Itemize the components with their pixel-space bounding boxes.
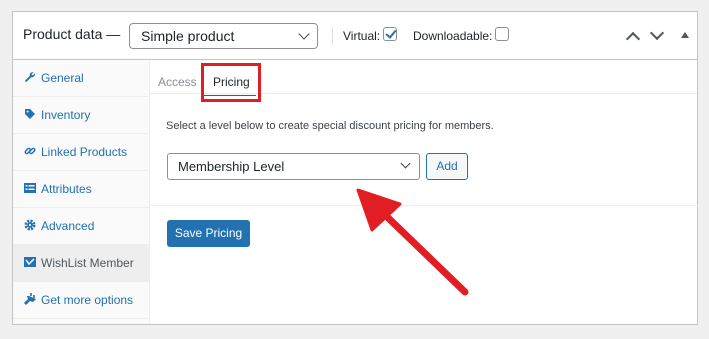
gear-icon <box>24 219 36 231</box>
move-down-button[interactable] <box>647 25 665 44</box>
chevron-up-icon <box>625 31 641 47</box>
collapse-triangle-icon <box>681 32 689 38</box>
sidebar-item-label: Inventory <box>41 108 91 122</box>
sidebar-item-label: Advanced <box>41 219 95 233</box>
sidebar-item-attributes[interactable]: Attributes <box>13 171 149 208</box>
virtual-label: Virtual: <box>343 29 381 43</box>
link-icon <box>24 147 36 155</box>
product-type-value: Simple product <box>141 28 235 44</box>
sidebar-item-linked-products[interactable]: Linked Products <box>13 134 149 171</box>
move-up-button[interactable] <box>623 26 641 47</box>
downloadable-label: Downloadable: <box>413 29 493 43</box>
sidebar-item-label: General <box>41 71 84 85</box>
sidebar-item-wishlist-member[interactable]: WishList Member <box>13 245 149 282</box>
sidebar-item-label: Attributes <box>41 182 92 196</box>
sidebar-item-label: WishList Member <box>41 256 134 270</box>
sidebar-item-label: Get more options <box>41 293 134 307</box>
save-pricing-button[interactable]: Save Pricing <box>167 220 250 247</box>
tab-access[interactable]: Access <box>158 75 197 89</box>
sidebar-item-general[interactable]: General <box>13 60 149 97</box>
sidebar-item-inventory[interactable]: Inventory <box>13 97 149 134</box>
downloadable-checkbox[interactable] <box>495 27 509 41</box>
section-divider <box>150 205 698 206</box>
header-divider <box>332 27 333 45</box>
sidebar-item-label: Linked Products <box>41 145 128 159</box>
membership-level-value: Membership Level <box>178 159 285 174</box>
list-icon <box>24 183 36 193</box>
tag-icon <box>25 109 35 119</box>
sidebar-item-get-more-options[interactable]: Get more options <box>13 282 149 319</box>
panel-header: Product data — Simple product Virtual: D… <box>13 12 697 60</box>
pricing-tab-highlight <box>201 63 261 102</box>
toggle-panel-button[interactable] <box>676 26 694 44</box>
wishlist-member-icon <box>24 257 36 267</box>
wrench-icon <box>25 72 35 82</box>
pricing-instructions: Select a level below to create special d… <box>166 120 494 132</box>
sidebar-item-advanced[interactable]: Advanced <box>13 208 149 245</box>
virtual-checkbox[interactable] <box>383 27 397 41</box>
chevron-down-icon <box>298 28 310 40</box>
chevron-down-icon <box>649 25 665 41</box>
add-button[interactable]: Add <box>426 153 468 180</box>
product-data-tabs: General Inventory Linked Products Attrib… <box>13 60 150 324</box>
chevron-down-icon <box>400 158 411 169</box>
membership-level-select[interactable]: Membership Level <box>167 153 420 180</box>
plugin-icon <box>24 293 36 305</box>
product-type-select[interactable]: Simple product <box>129 23 318 49</box>
panel-title: Product data — <box>23 26 121 42</box>
